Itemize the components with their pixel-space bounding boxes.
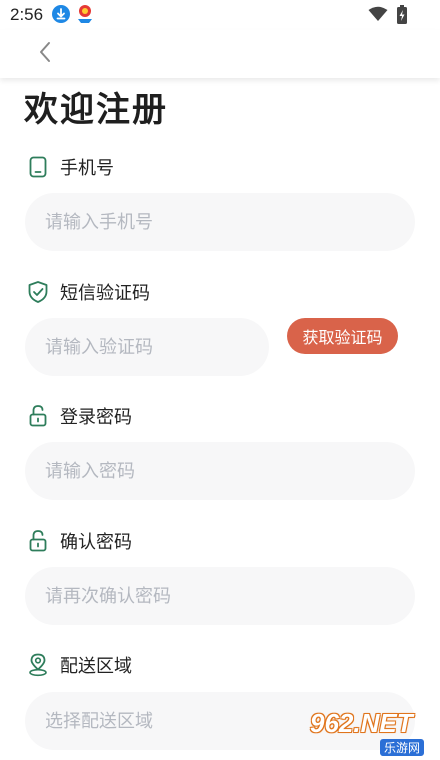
wifi-icon (368, 6, 388, 26)
chevron-left-icon (37, 40, 53, 68)
lock-icon (26, 529, 50, 553)
watermark-sub: 乐游网 (380, 739, 425, 756)
sms-code-field-label: 短信验证码 (26, 278, 150, 306)
page-title: 欢迎注册 (24, 90, 168, 130)
phone-icon (26, 155, 50, 179)
phone-input[interactable] (45, 211, 415, 233)
app-notification-icon (76, 4, 94, 24)
sms-code-label: 短信验证码 (60, 283, 150, 304)
confirm-password-label: 确认密码 (60, 532, 132, 553)
phone-field-label: 手机号 (26, 153, 114, 181)
password-input-box (25, 442, 415, 500)
confirm-password-field-label: 确认密码 (26, 527, 132, 555)
status-bar: 2:56 (0, 0, 440, 30)
lock-icon (26, 404, 50, 428)
confirm-password-input-box (25, 567, 415, 625)
phone-label: 手机号 (60, 158, 114, 179)
phone-input-box (25, 193, 415, 251)
get-code-button[interactable]: 获取验证码 (287, 318, 398, 354)
sms-code-input[interactable] (45, 336, 269, 358)
delivery-area-field-label: 配送区域 (26, 651, 132, 679)
sms-code-input-box (25, 318, 269, 376)
watermark-text: 962.NET (310, 708, 413, 738)
watermark-logo: 962.NET 乐游网 (300, 706, 436, 756)
delivery-area-label: 配送区域 (60, 656, 132, 677)
battery-icon (396, 5, 408, 29)
location-pin-icon (26, 653, 50, 677)
back-button[interactable] (28, 36, 62, 72)
app-header (0, 30, 440, 78)
confirm-password-input[interactable] (45, 585, 415, 607)
password-label: 登录密码 (60, 407, 132, 428)
password-field-label: 登录密码 (26, 402, 132, 430)
shield-check-icon (26, 280, 50, 304)
download-icon (52, 5, 70, 23)
status-time: 2:56 (10, 5, 44, 24)
password-input[interactable] (45, 460, 415, 482)
